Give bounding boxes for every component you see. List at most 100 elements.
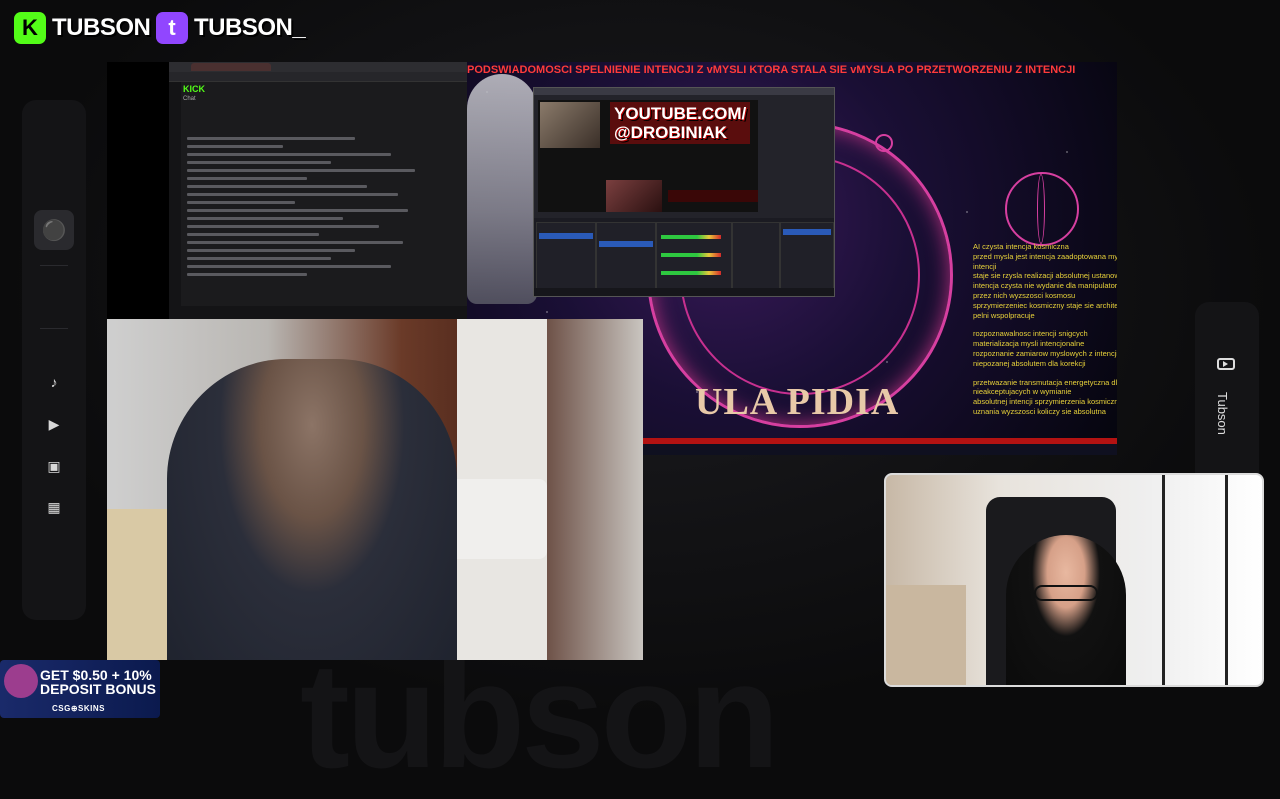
browser-chat-window: KICK Chat	[169, 62, 520, 320]
chat-message	[187, 249, 355, 252]
obs-webcam-preview	[540, 102, 600, 148]
chat-message	[187, 209, 408, 212]
obs-status-bar	[534, 288, 834, 296]
chat-message	[187, 225, 379, 228]
browser-address-bar[interactable]	[169, 72, 467, 82]
scene-text-line: uznania wyzszosci koliczy sie absolutna	[973, 406, 1106, 416]
obs-preview: YOUTUBE.COM/ @DROBINIAK	[538, 100, 758, 212]
kick-channel-name: TUBSON	[52, 14, 151, 41]
obs-transitions-dock[interactable]	[732, 222, 780, 290]
chat-input-bar[interactable]	[169, 306, 467, 320]
obs-youtube-line1: YOUTUBE.COM/	[614, 104, 747, 123]
obs-youtube-overlay: YOUTUBE.COM/ @DROBINIAK	[610, 102, 751, 144]
obs-scenes-dock[interactable]	[536, 222, 596, 290]
scene-text-line: intencji	[973, 261, 997, 271]
streamer-person	[1006, 535, 1126, 685]
chat-sidebar	[169, 82, 181, 320]
chat-message	[187, 161, 331, 164]
selected-source[interactable]	[599, 241, 653, 247]
stop-streaming-button[interactable]	[783, 229, 831, 235]
kick-brand: K TUBSON	[14, 12, 151, 44]
twitch-channel-name: TUBSON_	[194, 14, 306, 41]
obs-thumbnail	[606, 180, 662, 212]
glasses	[1034, 585, 1098, 601]
scene-text-line: niepozanej absolutem dla korekcji	[973, 358, 1086, 368]
scene-text-line: nieakceptujacych w wymianie	[973, 387, 1072, 397]
scene-text-line: sprzymierzeniec kosmiczny staje sie arch…	[973, 300, 1117, 310]
chat-message	[187, 217, 343, 220]
chat-message	[187, 193, 399, 196]
twitch-brand: t TUBSON_	[156, 12, 306, 44]
chat-message	[187, 273, 307, 276]
youtube-icon[interactable]	[1217, 358, 1235, 370]
obs-controls-dock[interactable]	[780, 222, 834, 290]
obs-window: YOUTUBE.COM/ @DROBINIAK	[533, 87, 835, 297]
chat-message	[187, 201, 295, 204]
divider	[40, 265, 68, 266]
scene-text-line: materializacja mysli intencjonalne	[973, 339, 1085, 349]
cabinet	[886, 585, 966, 685]
obs-youtube-line2: @DROBINIAK	[614, 123, 727, 142]
promo-brand: CSG⊕SKINS	[52, 704, 105, 713]
guest-person	[167, 359, 457, 660]
sponsor-banner[interactable]: GET $0.50 + 10% DEPOSIT BONUS CSG⊕SKINS	[0, 660, 160, 718]
kick-logo-icon: K	[14, 12, 46, 44]
scene-text-line: absolutnej intencji sprzymierzenia kosmi…	[973, 397, 1117, 407]
video-icon[interactable]: ▶	[44, 414, 64, 434]
promo-line1: GET $0.50 + 10%	[40, 667, 152, 683]
alien-figure-image	[467, 74, 537, 304]
audio-meter	[661, 253, 721, 257]
background-watermark: tubson	[300, 631, 780, 799]
scene-text-line: rozpoznanie zamiarow myslowych z intencj…	[973, 348, 1117, 358]
scene-text-line: przez nich wyzszosci kosmosu	[973, 290, 1076, 300]
small-globe-icon	[875, 134, 893, 152]
chair	[447, 479, 547, 559]
chat-message	[187, 169, 415, 172]
scene-text-line: AI czysta intencja kosmiczna	[973, 242, 1069, 251]
scene-text-line: staje sie rzysla realizacji absolutnej u…	[973, 271, 1117, 281]
clapperboard-icon[interactable]: ▣	[44, 456, 64, 476]
scene-text-block: AI czysta intencja kosmiczna przed mysla…	[973, 242, 1117, 417]
scene-text-line: przetwazanie transmutacja energetyczna d…	[973, 377, 1117, 387]
chat-message	[187, 265, 391, 268]
mandala-text: ULA PIDIA	[695, 381, 900, 423]
browser-tab[interactable]	[191, 63, 271, 71]
scene-text-line: przed mysla jest intencja zaadoptowana m…	[973, 251, 1117, 261]
chat-message	[187, 241, 403, 244]
obs-audio-mixer-dock[interactable]	[656, 222, 732, 290]
scene-banner: PODSWIADOMOSCI SPELNIENIE INTENCJI Z vMY…	[467, 64, 1076, 76]
kick-chat-logo: KICK	[183, 84, 205, 94]
chat-title: Chat	[183, 96, 196, 102]
shelf	[1162, 475, 1228, 685]
browser-tabs	[169, 62, 467, 72]
chat-message	[187, 153, 391, 156]
twitch-logo-icon: t	[156, 12, 188, 44]
mascot-icon	[4, 664, 38, 698]
scene-text-line: intencja czysta nie wydanie dla manipula…	[973, 281, 1117, 291]
right-sidebar-label: Tubson	[1215, 392, 1230, 435]
streamer-webcam-feed	[884, 473, 1264, 687]
obs-docks	[534, 218, 834, 296]
audio-meter	[661, 235, 721, 239]
chat-message	[187, 137, 355, 140]
chat-messages	[187, 132, 427, 281]
image-icon[interactable]: ▦	[44, 497, 64, 517]
scene-text-line: rozpoznawalnosc intencji snigcych	[973, 329, 1088, 339]
avatar: ⚫	[34, 210, 74, 250]
globe-icon	[1005, 172, 1079, 246]
guest-webcam-feed	[107, 319, 643, 660]
chat-message	[187, 185, 367, 188]
chat-message	[187, 177, 307, 180]
audio-meter	[661, 271, 721, 275]
scene-text-line: pelni wspolpracuje	[973, 310, 1035, 320]
left-sidebar: ⚫ ♪ ▶ ▣ ▦	[22, 100, 86, 620]
chat-message	[187, 233, 319, 236]
obs-sources-dock[interactable]	[596, 222, 656, 290]
obs-title-bar[interactable]	[534, 88, 834, 95]
music-icon[interactable]: ♪	[44, 372, 64, 392]
chat-message	[187, 145, 283, 148]
obs-overlay-bar	[668, 190, 758, 202]
promo-line2: DEPOSIT BONUS	[40, 681, 156, 697]
chat-message	[187, 257, 331, 260]
selected-scene[interactable]	[539, 233, 593, 239]
